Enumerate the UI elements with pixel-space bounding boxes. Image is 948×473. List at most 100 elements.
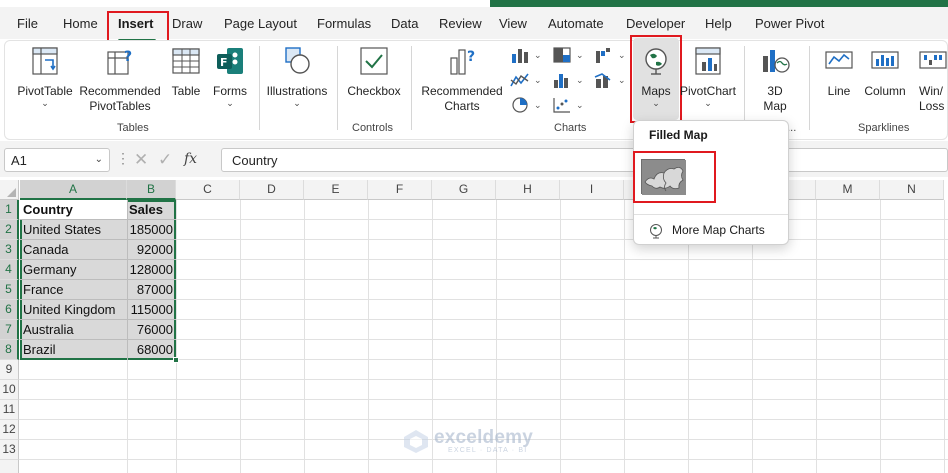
- waterfall-chart-button[interactable]: ⌄: [594, 46, 630, 66]
- row-header-2[interactable]: 2: [0, 220, 19, 240]
- row-header-11[interactable]: 11: [0, 400, 19, 420]
- name-box[interactable]: A1 ⌄: [4, 148, 110, 172]
- 3d-map-button[interactable]: 3D Map: [752, 46, 798, 114]
- hierarchy-chart-button[interactable]: ⌄: [552, 46, 588, 66]
- tab-power-pivot[interactable]: Power Pivot: [755, 16, 824, 31]
- tab-automate[interactable]: Automate: [548, 16, 604, 31]
- column-header-i[interactable]: I: [560, 180, 624, 200]
- formula-input[interactable]: Country: [221, 148, 948, 172]
- tab-developer[interactable]: Developer: [626, 16, 685, 31]
- sales-cell[interactable]: 76000: [127, 320, 176, 340]
- tab-home[interactable]: Home: [63, 16, 98, 31]
- country-cell[interactable]: United States: [20, 220, 127, 240]
- statistic-chart-button[interactable]: ⌄: [552, 71, 588, 91]
- sales-cell[interactable]: 128000: [127, 260, 176, 280]
- pivottable-button[interactable]: PivotTable ⌄: [14, 46, 76, 108]
- pivotchart-button[interactable]: PivotChart ⌄: [678, 46, 738, 108]
- table-icon: [172, 48, 200, 74]
- column-sparkline-button[interactable]: Column: [860, 46, 910, 99]
- sales-cell[interactable]: 68000: [127, 340, 176, 360]
- column-header-a[interactable]: A: [20, 180, 127, 200]
- recommended-pivottables-button[interactable]: ? Recommended PivotTables: [78, 46, 162, 114]
- recommended-charts-icon: ?: [450, 49, 475, 75]
- header-cell-sales[interactable]: Sales: [126, 200, 176, 220]
- recommended-pivottables-label-2: PivotTables: [89, 99, 151, 113]
- sales-cell[interactable]: 92000: [127, 240, 176, 260]
- sales-cell[interactable]: 115000: [127, 300, 176, 320]
- row-header-3[interactable]: 3: [0, 240, 19, 260]
- country-cell[interactable]: Brazil: [20, 340, 127, 360]
- column-sparkline-label: Column: [864, 84, 906, 98]
- tab-file[interactable]: File: [17, 16, 38, 31]
- country-cell[interactable]: Germany: [20, 260, 127, 280]
- tab-review[interactable]: Review: [439, 16, 482, 31]
- winloss-sparkline-button[interactable]: Win/ Loss: [914, 46, 948, 114]
- sales-cell[interactable]: 87000: [127, 280, 176, 300]
- illustrations-button[interactable]: Illustrations ⌄: [264, 46, 330, 108]
- column-header-n[interactable]: N: [880, 180, 944, 200]
- line-sparkline-button[interactable]: Line: [820, 46, 858, 99]
- insert-function-button[interactable]: fx: [184, 151, 197, 167]
- grid-line: [240, 200, 241, 473]
- cancel-icon[interactable]: ✕: [134, 150, 148, 170]
- tab-page-layout[interactable]: Page Layout: [224, 16, 297, 31]
- waterfall-chart-icon: [596, 48, 610, 63]
- column-header-m[interactable]: M: [816, 180, 880, 200]
- row-header-13[interactable]: 13: [0, 440, 19, 460]
- row-header-5[interactable]: 5: [0, 280, 19, 300]
- grid-line: [19, 399, 948, 400]
- recommended-charts-label-2: Charts: [444, 99, 480, 113]
- row-header-12[interactable]: 12: [0, 420, 19, 440]
- row-header-14[interactable]: [0, 460, 19, 473]
- table-button[interactable]: Table: [168, 46, 204, 99]
- tab-view[interactable]: View: [499, 16, 527, 31]
- country-cell[interactable]: Australia: [20, 320, 127, 340]
- header-cell-country[interactable]: Country: [20, 200, 127, 220]
- row-header-7[interactable]: 7: [0, 320, 19, 340]
- more-map-charts-label: More Map Charts: [672, 223, 765, 237]
- row-header-9[interactable]: 9: [0, 360, 19, 380]
- chevron-down-icon: ⌄: [704, 98, 712, 108]
- column-header-g[interactable]: G: [432, 180, 496, 200]
- column-header-e[interactable]: E: [304, 180, 368, 200]
- grid-line: [816, 200, 817, 473]
- combo-chart-button[interactable]: ⌄: [594, 71, 630, 91]
- more-icon[interactable]: ⋮: [116, 150, 130, 167]
- country-cell[interactable]: Canada: [20, 240, 127, 260]
- illustrations-label: Illustrations: [266, 84, 328, 98]
- watermark: exceldemy EXCEL · DATA · BI: [402, 426, 552, 458]
- tab-help[interactable]: Help: [705, 16, 732, 31]
- row-header-4[interactable]: 4: [0, 260, 19, 280]
- column-header-h[interactable]: H: [496, 180, 560, 200]
- checkbox-button[interactable]: Checkbox: [344, 46, 404, 99]
- country-cell[interactable]: France: [20, 280, 127, 300]
- column-header-b[interactable]: B: [127, 180, 176, 200]
- line-area-chart-button[interactable]: ⌄: [510, 71, 546, 91]
- pie-chart-button[interactable]: ⌄: [510, 96, 546, 116]
- forms-button[interactable]: F Forms ⌄: [210, 46, 250, 108]
- tab-draw[interactable]: Draw: [172, 16, 202, 31]
- row-header-6[interactable]: 6: [0, 300, 19, 320]
- tab-data[interactable]: Data: [391, 16, 418, 31]
- filled-map-highlight: [633, 151, 716, 203]
- group-separator: [411, 46, 412, 130]
- row-header-8[interactable]: 8: [0, 340, 19, 360]
- column-header-d[interactable]: D: [240, 180, 304, 200]
- row-header-1[interactable]: 1: [0, 200, 19, 220]
- sales-cell[interactable]: 185000: [127, 220, 176, 240]
- row-header-10[interactable]: 10: [0, 380, 19, 400]
- select-all-button[interactable]: [0, 180, 19, 200]
- column-header-c[interactable]: C: [176, 180, 240, 200]
- column-bar-chart-button[interactable]: ⌄: [510, 46, 546, 66]
- table-label: Table: [171, 84, 201, 98]
- tab-formulas[interactable]: Formulas: [317, 16, 371, 31]
- recommended-charts-button[interactable]: ? Recommended Charts: [418, 46, 506, 114]
- country-cell[interactable]: United Kingdom: [20, 300, 127, 320]
- formula-content: Country: [232, 153, 278, 168]
- grid-line: [176, 200, 177, 473]
- line-chart-icon: [510, 73, 529, 87]
- scatter-chart-button[interactable]: ⌄: [552, 96, 588, 116]
- chevron-down-icon[interactable]: ⌄: [95, 154, 103, 165]
- column-header-f[interactable]: F: [368, 180, 432, 200]
- enter-icon[interactable]: ✓: [158, 150, 172, 170]
